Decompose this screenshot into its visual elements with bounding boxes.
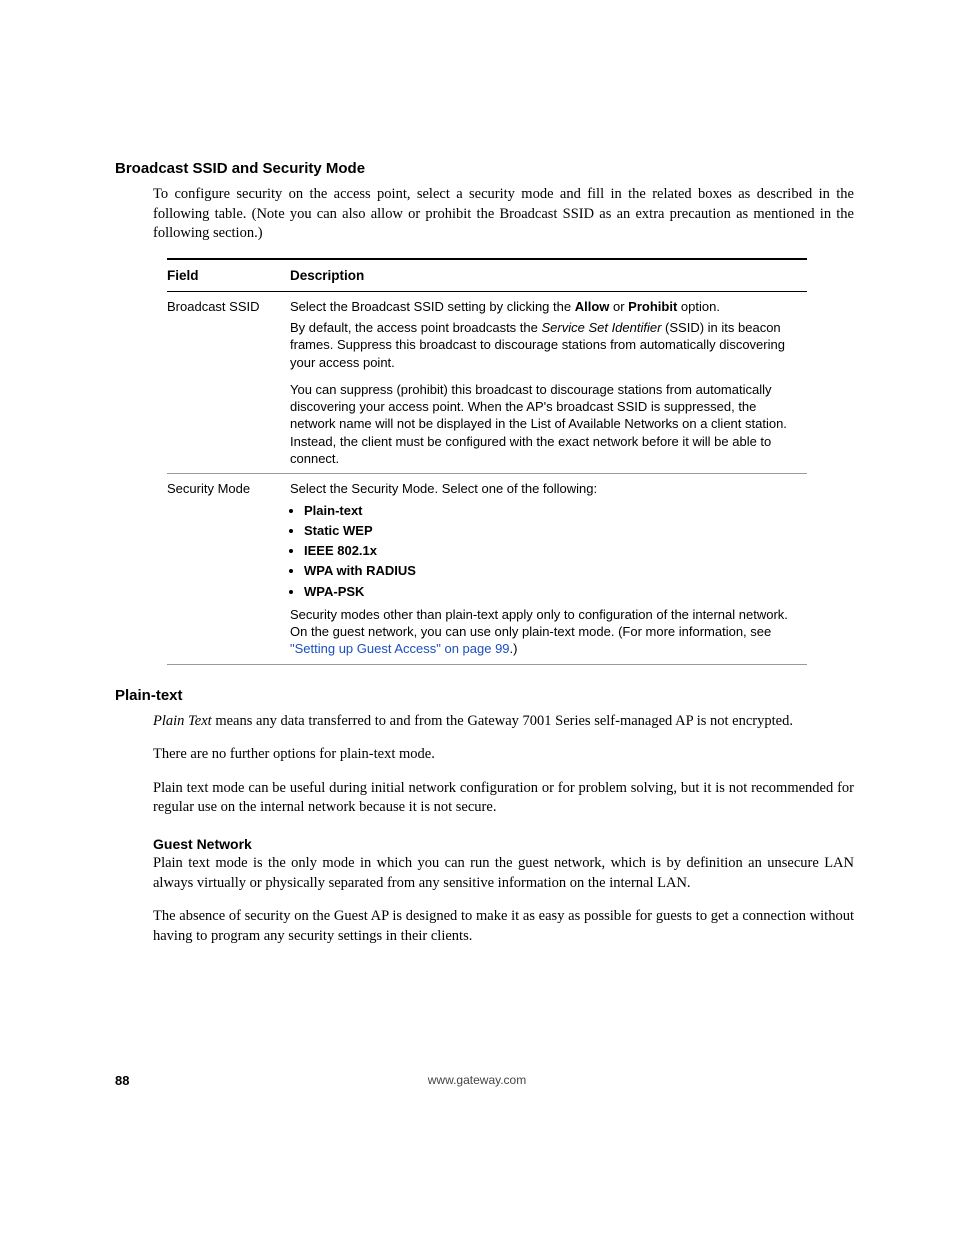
text: means any data transferred to and from t…	[212, 713, 793, 729]
text: or	[609, 299, 628, 314]
field-broadcast-ssid: Broadcast SSID	[167, 291, 290, 375]
table-header-field: Field	[167, 259, 290, 292]
list-item: Static WEP	[304, 522, 799, 539]
text: option.	[677, 299, 720, 314]
table-row: You can suppress (prohibit) this broadca…	[167, 375, 807, 474]
field-blank	[167, 375, 290, 474]
desc-security-mode: Select the Security Mode. Select one of …	[290, 474, 807, 665]
desc-broadcast-ssid-2: You can suppress (prohibit) this broadca…	[290, 375, 807, 474]
field-security-mode: Security Mode	[167, 474, 290, 665]
text: .)	[510, 641, 518, 656]
page-footer: 88 www.gateway.com	[0, 1073, 954, 1087]
text-italic-service-set-identifier: Service Set Identifier	[541, 320, 661, 335]
text: Security modes other than plain-text app…	[290, 607, 788, 639]
plaintext-p2: There are no further options for plain-t…	[153, 745, 854, 765]
text: Select the Broadcast SSID setting by cli…	[290, 299, 575, 314]
guest-p1: Plain text mode is the only mode in whic…	[153, 854, 854, 893]
text-italic-plain-text: Plain Text	[153, 713, 212, 729]
link-setting-up-guest-access[interactable]: "Setting up Guest Access" on page 99	[290, 641, 510, 656]
table-row: Security Mode Select the Security Mode. …	[167, 474, 807, 665]
security-mode-list: Plain-text Static WEP IEEE 802.1x WPA wi…	[290, 502, 799, 600]
table-row: Broadcast SSID Select the Broadcast SSID…	[167, 291, 807, 375]
plaintext-p3: Plain text mode can be useful during ini…	[153, 779, 854, 818]
heading-guest-network: Guest Network	[153, 836, 854, 852]
page-number: 88	[115, 1073, 129, 1088]
heading-plain-text: Plain-text	[115, 687, 854, 704]
list-item: WPA-PSK	[304, 583, 799, 600]
list-item: WPA with RADIUS	[304, 562, 799, 579]
text-bold-prohibit: Prohibit	[628, 299, 677, 314]
text-bold-allow: Allow	[575, 299, 610, 314]
text: By default, the access point broadcasts …	[290, 320, 541, 335]
list-item: Plain-text	[304, 502, 799, 519]
list-item: IEEE 802.1x	[304, 542, 799, 559]
fields-table: Field Description Broadcast SSID Select …	[167, 258, 807, 665]
guest-p2: The absence of security on the Guest AP …	[153, 907, 854, 946]
heading-broadcast-ssid-security-mode: Broadcast SSID and Security Mode	[115, 160, 854, 177]
table-header-description: Description	[290, 259, 807, 292]
footer-url: www.gateway.com	[0, 1073, 954, 1087]
desc-broadcast-ssid-1: Select the Broadcast SSID setting by cli…	[290, 291, 807, 375]
plaintext-p1: Plain Text means any data transferred to…	[153, 712, 854, 732]
text: Select the Security Mode. Select one of …	[290, 481, 597, 496]
intro-paragraph: To configure security on the access poin…	[153, 185, 854, 244]
